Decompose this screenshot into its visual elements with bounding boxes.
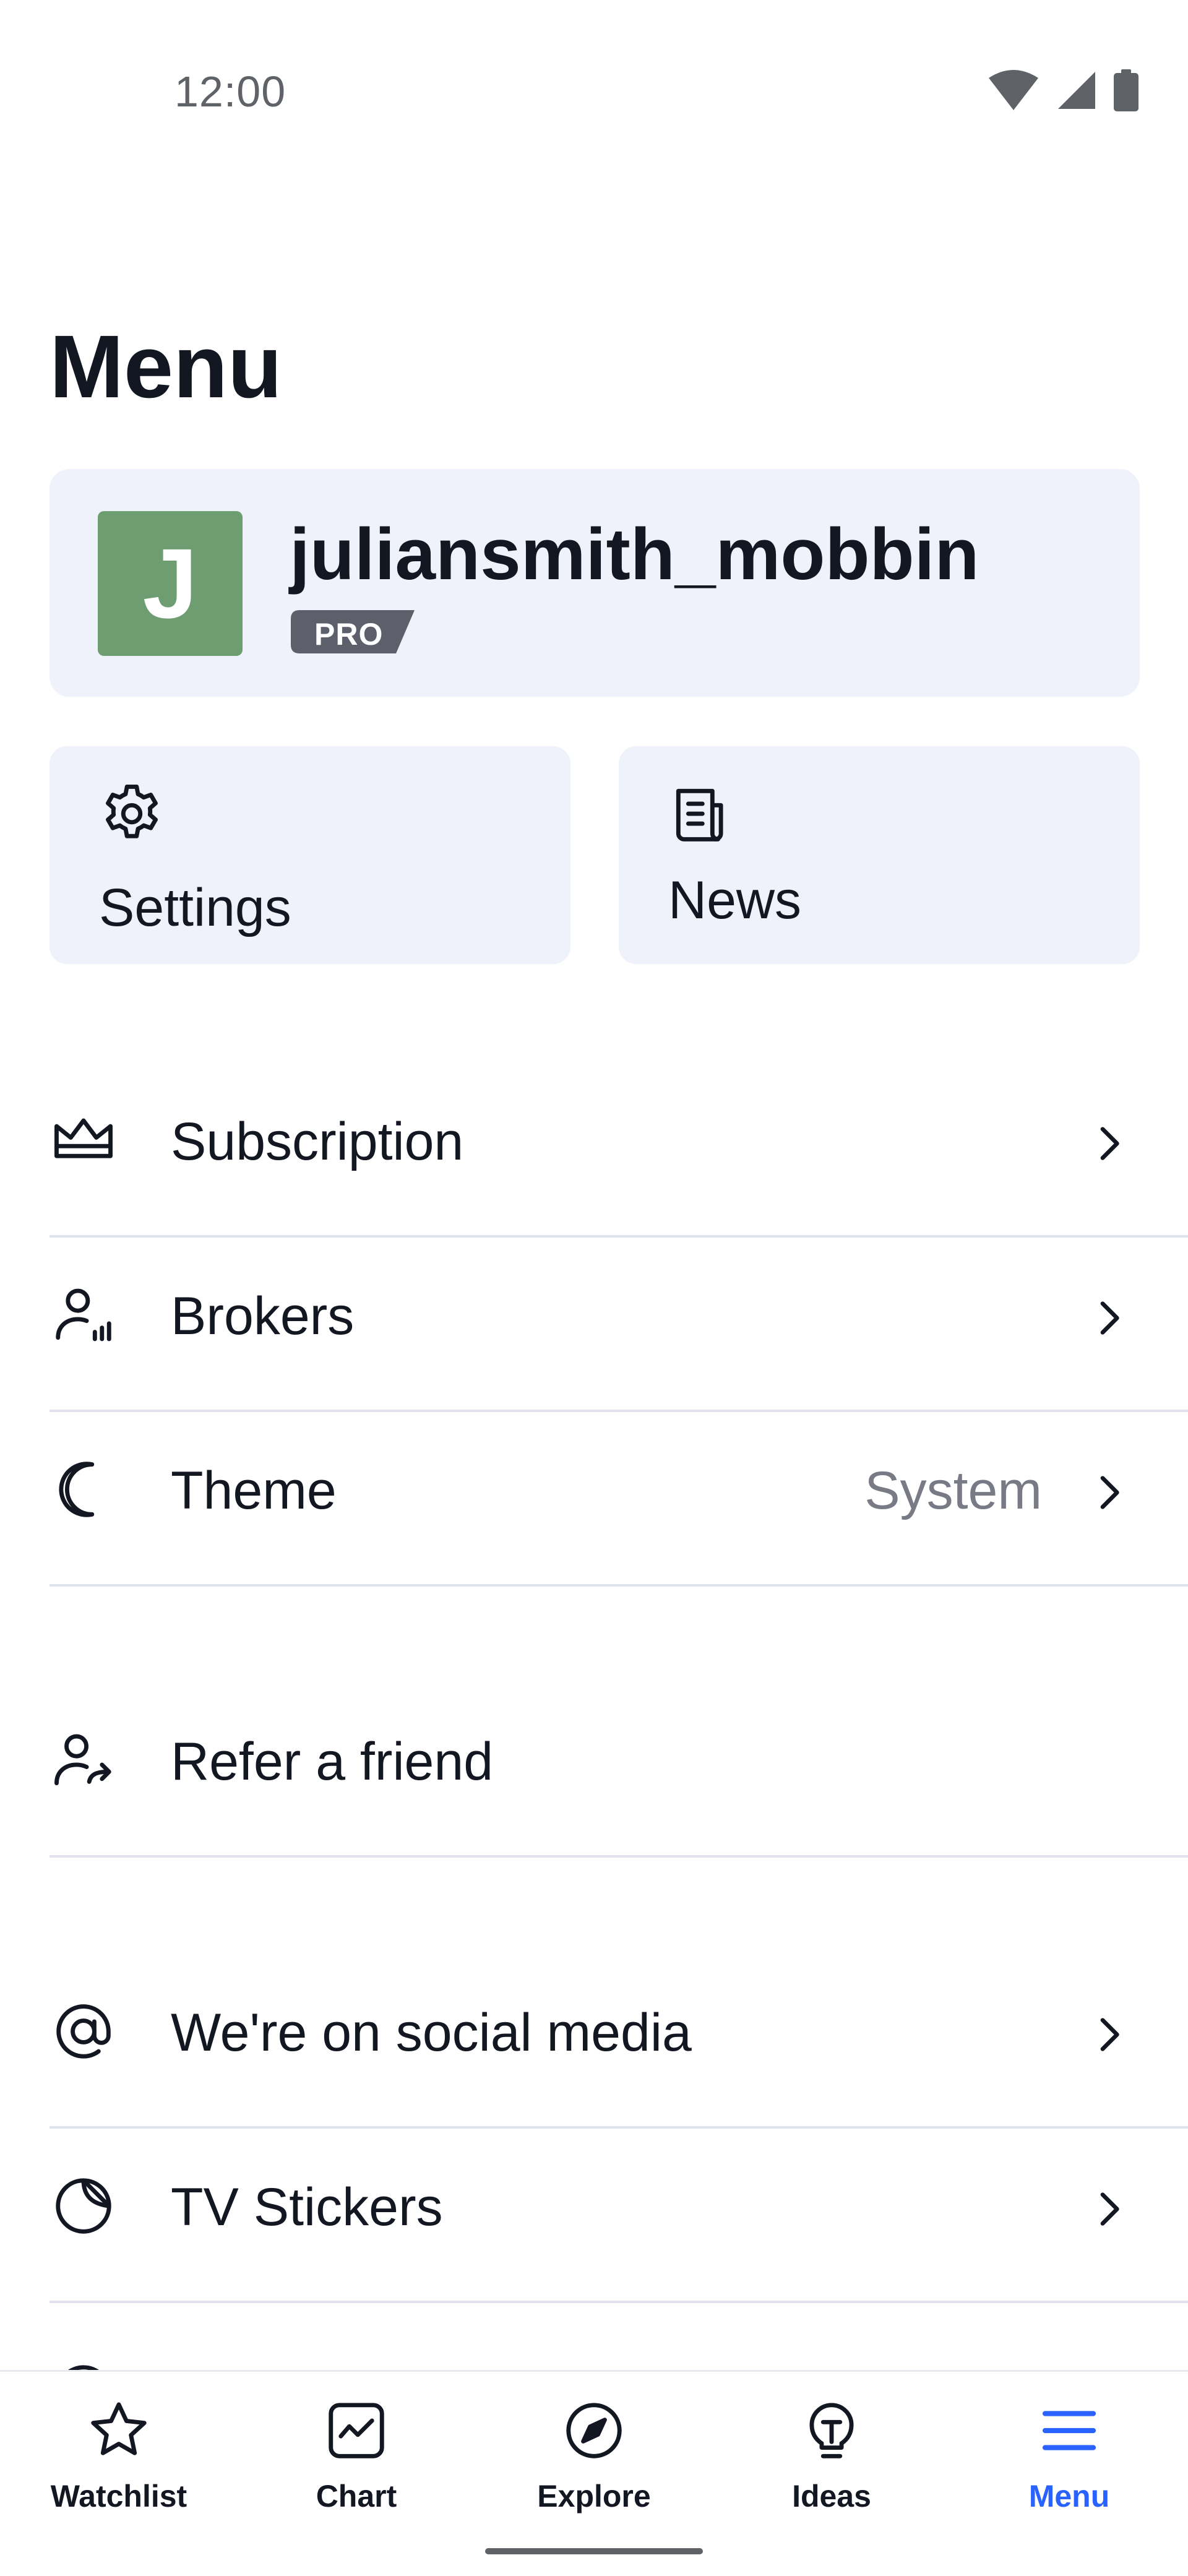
nav-watchlist-label: Watchlist <box>50 2479 187 2514</box>
newspaper-icon <box>676 788 723 842</box>
wifi-icon <box>989 70 1038 110</box>
pro-badge: PRO <box>291 610 415 653</box>
nav-ideas-label: Ideas <box>792 2479 871 2514</box>
hamburger-icon <box>1042 2411 1096 2450</box>
page-title: Menu <box>50 317 282 416</box>
menu-item-brokers[interactable]: Brokers <box>50 1236 1188 1412</box>
sticker-icon <box>56 2178 111 2234</box>
crown-icon <box>54 1118 113 1158</box>
menu-item-theme[interactable]: Theme System <box>50 1411 1188 1587</box>
chevron-right-icon <box>1100 2018 1119 2051</box>
nav-menu-label: Menu <box>1028 2479 1110 2514</box>
chart-icon <box>329 2403 384 2458</box>
pro-badge-label: PRO <box>314 617 384 652</box>
avatar: J <box>98 511 243 656</box>
menu-item-subscription[interactable]: Subscription <box>50 1062 1188 1238</box>
home-indicator[interactable] <box>485 2548 703 2554</box>
bottom-nav: Watchlist Chart Explore Ideas Menu <box>0 2370 1188 2576</box>
nav-chart-label: Chart <box>316 2479 397 2514</box>
theme-label: Theme <box>171 1461 337 1520</box>
refer-user-icon <box>54 1734 111 1786</box>
status-bar: 12:00 <box>0 0 1188 186</box>
nav-explore[interactable]: Explore <box>475 2372 713 2533</box>
settings-label: Settings <box>99 878 291 937</box>
compass-icon <box>566 2403 622 2458</box>
star-icon <box>91 2402 147 2455</box>
gear-icon <box>106 785 158 838</box>
nav-explore-label: Explore <box>537 2479 651 2514</box>
status-icons <box>988 69 1138 111</box>
nav-menu[interactable]: Menu <box>950 2372 1188 2533</box>
menu-item-social-media[interactable]: We're on social media <box>50 1953 1188 2129</box>
broker-icon <box>56 1288 111 1342</box>
menu-item-refer-a-friend[interactable]: Refer a friend <box>50 1682 1188 1858</box>
nav-ideas[interactable]: Ideas <box>713 2372 950 2533</box>
chevron-right-icon <box>1100 2192 1119 2226</box>
username: juliansmith_mobbin <box>290 514 979 595</box>
chevron-right-icon <box>1100 1127 1119 1160</box>
cellular-signal-icon <box>1058 72 1095 109</box>
moon-icon <box>59 1462 95 1517</box>
refer-label: Refer a friend <box>171 1732 494 1791</box>
news-label: News <box>668 871 802 930</box>
menu-item-tv-stickers[interactable]: TV Stickers <box>50 2127 1188 2303</box>
nav-watchlist[interactable]: Watchlist <box>0 2372 238 2533</box>
subscription-label: Subscription <box>171 1112 464 1171</box>
social-label: We're on social media <box>171 2003 692 2062</box>
chevron-right-icon <box>1100 1301 1119 1335</box>
nav-chart[interactable]: Chart <box>238 2372 475 2533</box>
chevron-right-icon <box>1100 1476 1119 1509</box>
lightbulb-icon <box>809 2403 854 2458</box>
status-time: 12:00 <box>174 67 286 116</box>
theme-value: System <box>864 1461 1042 1520</box>
profile-card[interactable]: J juliansmith_mobbin PRO <box>50 469 1140 697</box>
battery-icon <box>1114 69 1138 111</box>
stickers-label: TV Stickers <box>171 2178 443 2237</box>
brokers-label: Brokers <box>171 1286 355 1346</box>
at-sign-icon <box>56 2004 111 2059</box>
news-tile[interactable]: News <box>619 746 1140 964</box>
settings-tile[interactable]: Settings <box>50 746 570 964</box>
